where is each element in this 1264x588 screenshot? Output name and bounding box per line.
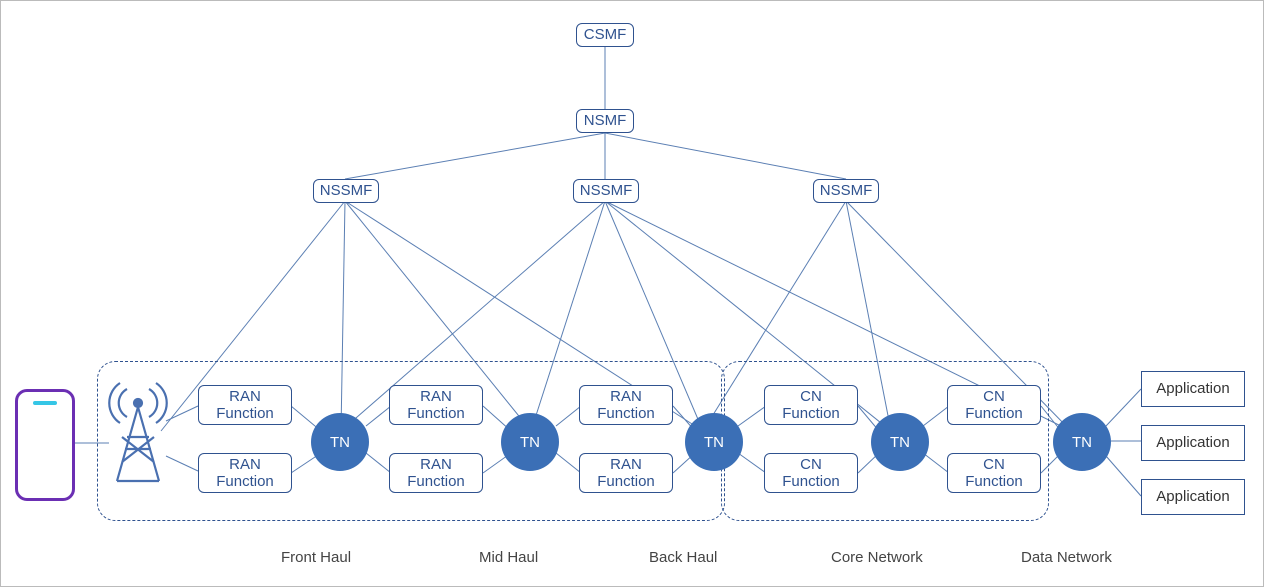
tn-node: TN (1053, 413, 1111, 471)
segment-label: Front Haul (281, 549, 351, 566)
ran-function: RAN Function (389, 453, 483, 493)
tn-node: TN (311, 413, 369, 471)
tn-node: TN (501, 413, 559, 471)
cn-function: CN Function (764, 385, 858, 425)
nssmf-box-2: NSSMF (573, 179, 639, 203)
ran-function: RAN Function (579, 453, 673, 493)
segment-label: Back Haul (649, 549, 717, 566)
csmf-box: CSMF (576, 23, 634, 47)
segment-label: Data Network (1021, 549, 1112, 566)
ran-function: RAN Function (198, 453, 292, 493)
antenna-tower-icon (105, 377, 171, 487)
tn-node: TN (685, 413, 743, 471)
tn-node: TN (871, 413, 929, 471)
ran-function: RAN Function (389, 385, 483, 425)
nsmf-box: NSMF (576, 109, 634, 133)
application-box: Application (1141, 479, 1245, 515)
cn-function: CN Function (947, 453, 1041, 493)
diagram-canvas: CSMF NSMF NSSMF NSSMF NSSMF RAN Function… (0, 0, 1264, 587)
nssmf-box-3: NSSMF (813, 179, 879, 203)
application-box: Application (1141, 371, 1245, 407)
cn-function: CN Function (764, 453, 858, 493)
ran-function: RAN Function (198, 385, 292, 425)
nssmf-box-1: NSSMF (313, 179, 379, 203)
ran-function: RAN Function (579, 385, 673, 425)
segment-label: Core Network (831, 549, 923, 566)
cn-function: CN Function (947, 385, 1041, 425)
segment-label: Mid Haul (479, 549, 538, 566)
ue-phone-icon (15, 389, 75, 501)
application-box: Application (1141, 425, 1245, 461)
